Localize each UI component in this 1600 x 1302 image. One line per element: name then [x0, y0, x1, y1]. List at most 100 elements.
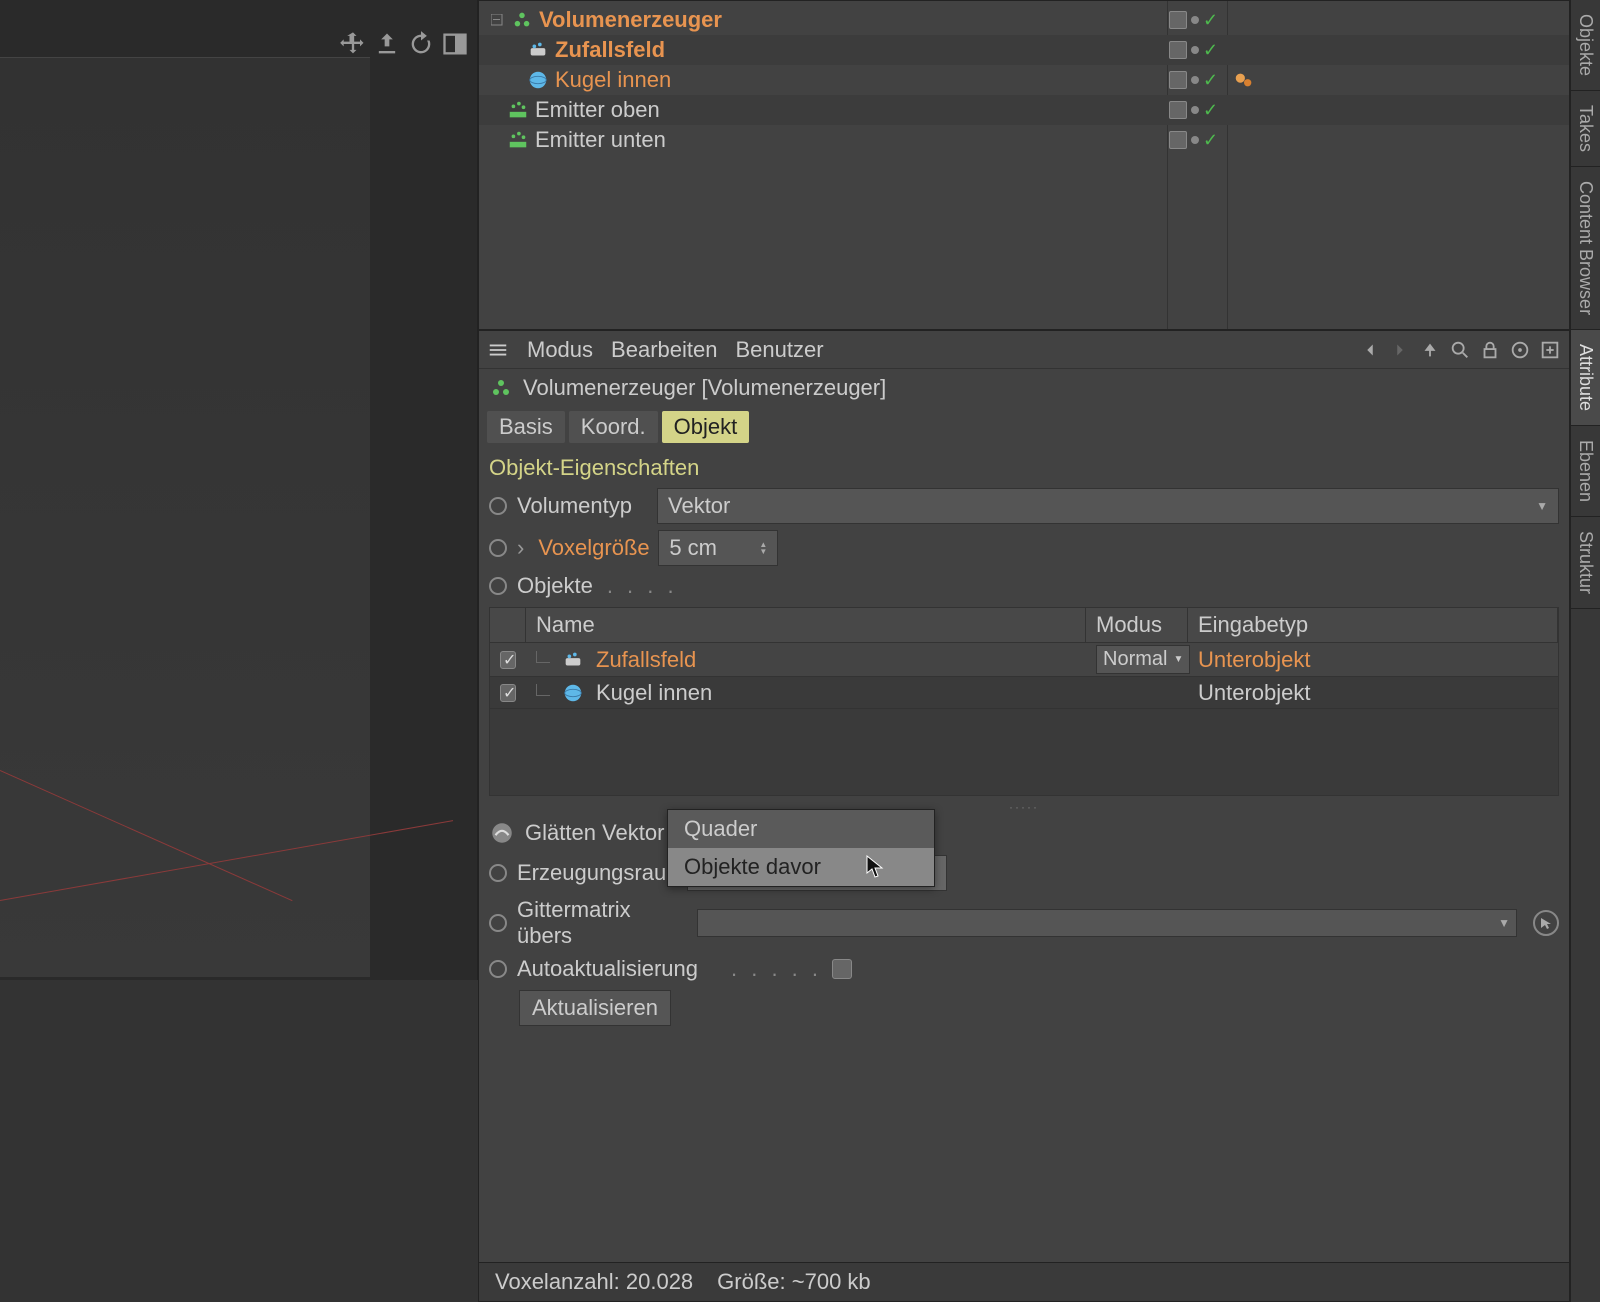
status-size: Größe: ~700 kb: [717, 1269, 870, 1295]
tree-row-volumenerzeuger[interactable]: Volumenerzeuger ✓: [479, 5, 1569, 35]
table-row[interactable]: Zufallsfeld Normal ▼ Unterobjekt: [490, 643, 1558, 677]
anim-dot[interactable]: [489, 960, 507, 978]
simulation-tag-icon[interactable]: [1233, 69, 1255, 91]
anim-dot[interactable]: [489, 864, 507, 882]
vis-dot[interactable]: [1191, 46, 1199, 54]
filter-label: Glätten Vektor: [525, 820, 664, 846]
attr-header-title: Volumenerzeuger [Volumenerzeuger]: [523, 375, 886, 401]
row-name: Zufallsfeld: [596, 647, 696, 673]
dots: . . . . .: [731, 956, 822, 982]
sphere-icon: [562, 682, 584, 704]
back-icon[interactable]: [1359, 339, 1381, 361]
menu-user[interactable]: Benutzer: [735, 337, 823, 363]
lock-icon[interactable]: [1479, 339, 1501, 361]
menu-item-quader[interactable]: Quader: [668, 810, 934, 848]
menu-item-objekte-davor[interactable]: Objekte davor: [668, 848, 934, 886]
status-bar: Voxelanzahl: 20.028 Größe: ~700 kb: [479, 1262, 1569, 1301]
prop-autoaktualisierung: Autoaktualisierung . . . . .: [479, 952, 1569, 986]
anim-dot[interactable]: [489, 914, 507, 932]
anim-dot[interactable]: [489, 539, 507, 557]
attribute-manager: Modus Bearbeiten Benutzer Volumenerzeuge…: [478, 330, 1570, 1302]
status-voxel: Voxelanzahl: 20.028: [495, 1269, 693, 1295]
menu-edit[interactable]: Bearbeiten: [611, 337, 717, 363]
tree-label: Volumenerzeuger: [539, 7, 722, 33]
enable-check[interactable]: ✓: [1203, 101, 1221, 119]
layer-toggle[interactable]: [1169, 131, 1187, 149]
vis-dot[interactable]: [1191, 76, 1199, 84]
menu-mode[interactable]: Modus: [527, 337, 593, 363]
object-manager[interactable]: Volumenerzeuger ✓ Zufallsfeld ✓: [478, 0, 1570, 330]
volume-builder-icon: [489, 376, 513, 400]
dots: . . . .: [607, 573, 678, 599]
prop-objekte: Objekte . . . .: [479, 569, 1569, 603]
resize-grip[interactable]: ·····: [479, 800, 1569, 814]
side-tab-takes[interactable]: Takes: [1571, 91, 1600, 167]
prop-label: Objekte: [517, 573, 593, 599]
expand-arrow-icon[interactable]: ›: [517, 535, 524, 561]
vis-dot[interactable]: [1191, 136, 1199, 144]
side-tab-ebenen[interactable]: Ebenen: [1571, 426, 1600, 517]
anim-dot[interactable]: [489, 497, 507, 515]
enable-check[interactable]: ✓: [1203, 71, 1221, 89]
prop-erzeugungsraum: Erzeugungsraum Objekte davor ▼: [479, 852, 1569, 894]
row-modus-dropdown[interactable]: Normal ▼: [1096, 645, 1190, 674]
tree-row-emitter-oben[interactable]: Emitter oben ✓: [479, 95, 1569, 125]
side-tab-content[interactable]: Content Browser: [1571, 167, 1600, 330]
pick-object-icon[interactable]: [1533, 910, 1559, 936]
enable-check[interactable]: ✓: [1203, 131, 1221, 149]
enable-check[interactable]: ✓: [1203, 41, 1221, 59]
tree-row-kugel-innen[interactable]: Kugel innen ✓: [479, 65, 1569, 95]
side-tab-struktur[interactable]: Struktur: [1571, 517, 1600, 609]
row-checkbox[interactable]: [500, 651, 516, 669]
new-window-icon[interactable]: [1539, 339, 1561, 361]
layer-toggle[interactable]: [1169, 71, 1187, 89]
move-icon[interactable]: [339, 30, 367, 58]
vis-dot[interactable]: [1191, 106, 1199, 114]
smooth-filter-icon[interactable]: [489, 820, 515, 846]
menu-icon[interactable]: [487, 339, 509, 361]
search-icon[interactable]: [1449, 339, 1471, 361]
vis-dot[interactable]: [1191, 16, 1199, 24]
forward-icon[interactable]: [1389, 339, 1411, 361]
erzeugungsraum-menu[interactable]: Quader Objekte davor: [667, 809, 935, 887]
layer-toggle[interactable]: [1169, 101, 1187, 119]
tab-koord[interactable]: Koord.: [569, 411, 658, 443]
tree-row-zufallsfeld[interactable]: Zufallsfeld ✓: [479, 35, 1569, 65]
side-tab-attribute[interactable]: Attribute: [1571, 330, 1600, 426]
col-name[interactable]: Name: [526, 608, 1086, 642]
attr-header: Volumenerzeuger [Volumenerzeuger]: [479, 369, 1569, 407]
aktualisieren-button[interactable]: Aktualisieren: [519, 990, 671, 1026]
col-eingabetyp[interactable]: Eingabetyp: [1188, 608, 1558, 642]
panel-icon[interactable]: [441, 30, 469, 58]
tab-basis[interactable]: Basis: [487, 411, 565, 443]
row-checkbox[interactable]: [500, 684, 516, 702]
voxelgroesse-field[interactable]: 5 cm ▲▼: [658, 530, 778, 566]
autoaktualisierung-checkbox[interactable]: [832, 959, 852, 979]
viewport[interactable]: [0, 0, 478, 980]
viewport-toolbar: [339, 30, 469, 58]
spinner-icon[interactable]: ▲▼: [759, 541, 767, 555]
row-eingabetyp: Unterobjekt: [1198, 680, 1311, 706]
up-icon[interactable]: [1419, 339, 1441, 361]
gittermatrix-link-field[interactable]: ▼: [697, 909, 1517, 937]
random-field-icon: [562, 649, 584, 671]
volumentyp-dropdown[interactable]: Vektor ▼: [657, 488, 1559, 524]
tab-objekt[interactable]: Objekt: [662, 411, 750, 443]
tree-row-emitter-unten[interactable]: Emitter unten ✓: [479, 125, 1569, 155]
side-tab-objekte[interactable]: Objekte: [1571, 0, 1600, 91]
refresh-icon[interactable]: [407, 30, 435, 58]
random-field-icon: [527, 39, 549, 61]
tree-label: Emitter oben: [535, 97, 660, 123]
expand-icon[interactable]: [489, 12, 505, 28]
col-modus[interactable]: Modus: [1086, 608, 1188, 642]
table-row[interactable]: Kugel innen Unterobjekt: [490, 677, 1558, 709]
layer-toggle[interactable]: [1169, 11, 1187, 29]
filter-row: Glätten Vektor +: [479, 814, 1569, 852]
prop-gittermatrix: Gittermatrix übers ▼: [479, 894, 1569, 952]
enable-check[interactable]: ✓: [1203, 11, 1221, 29]
upload-icon[interactable]: [373, 30, 401, 58]
target-icon[interactable]: [1509, 339, 1531, 361]
anim-dot[interactable]: [489, 577, 507, 595]
layer-toggle[interactable]: [1169, 41, 1187, 59]
attr-tabs: Basis Koord. Objekt: [479, 407, 1569, 447]
